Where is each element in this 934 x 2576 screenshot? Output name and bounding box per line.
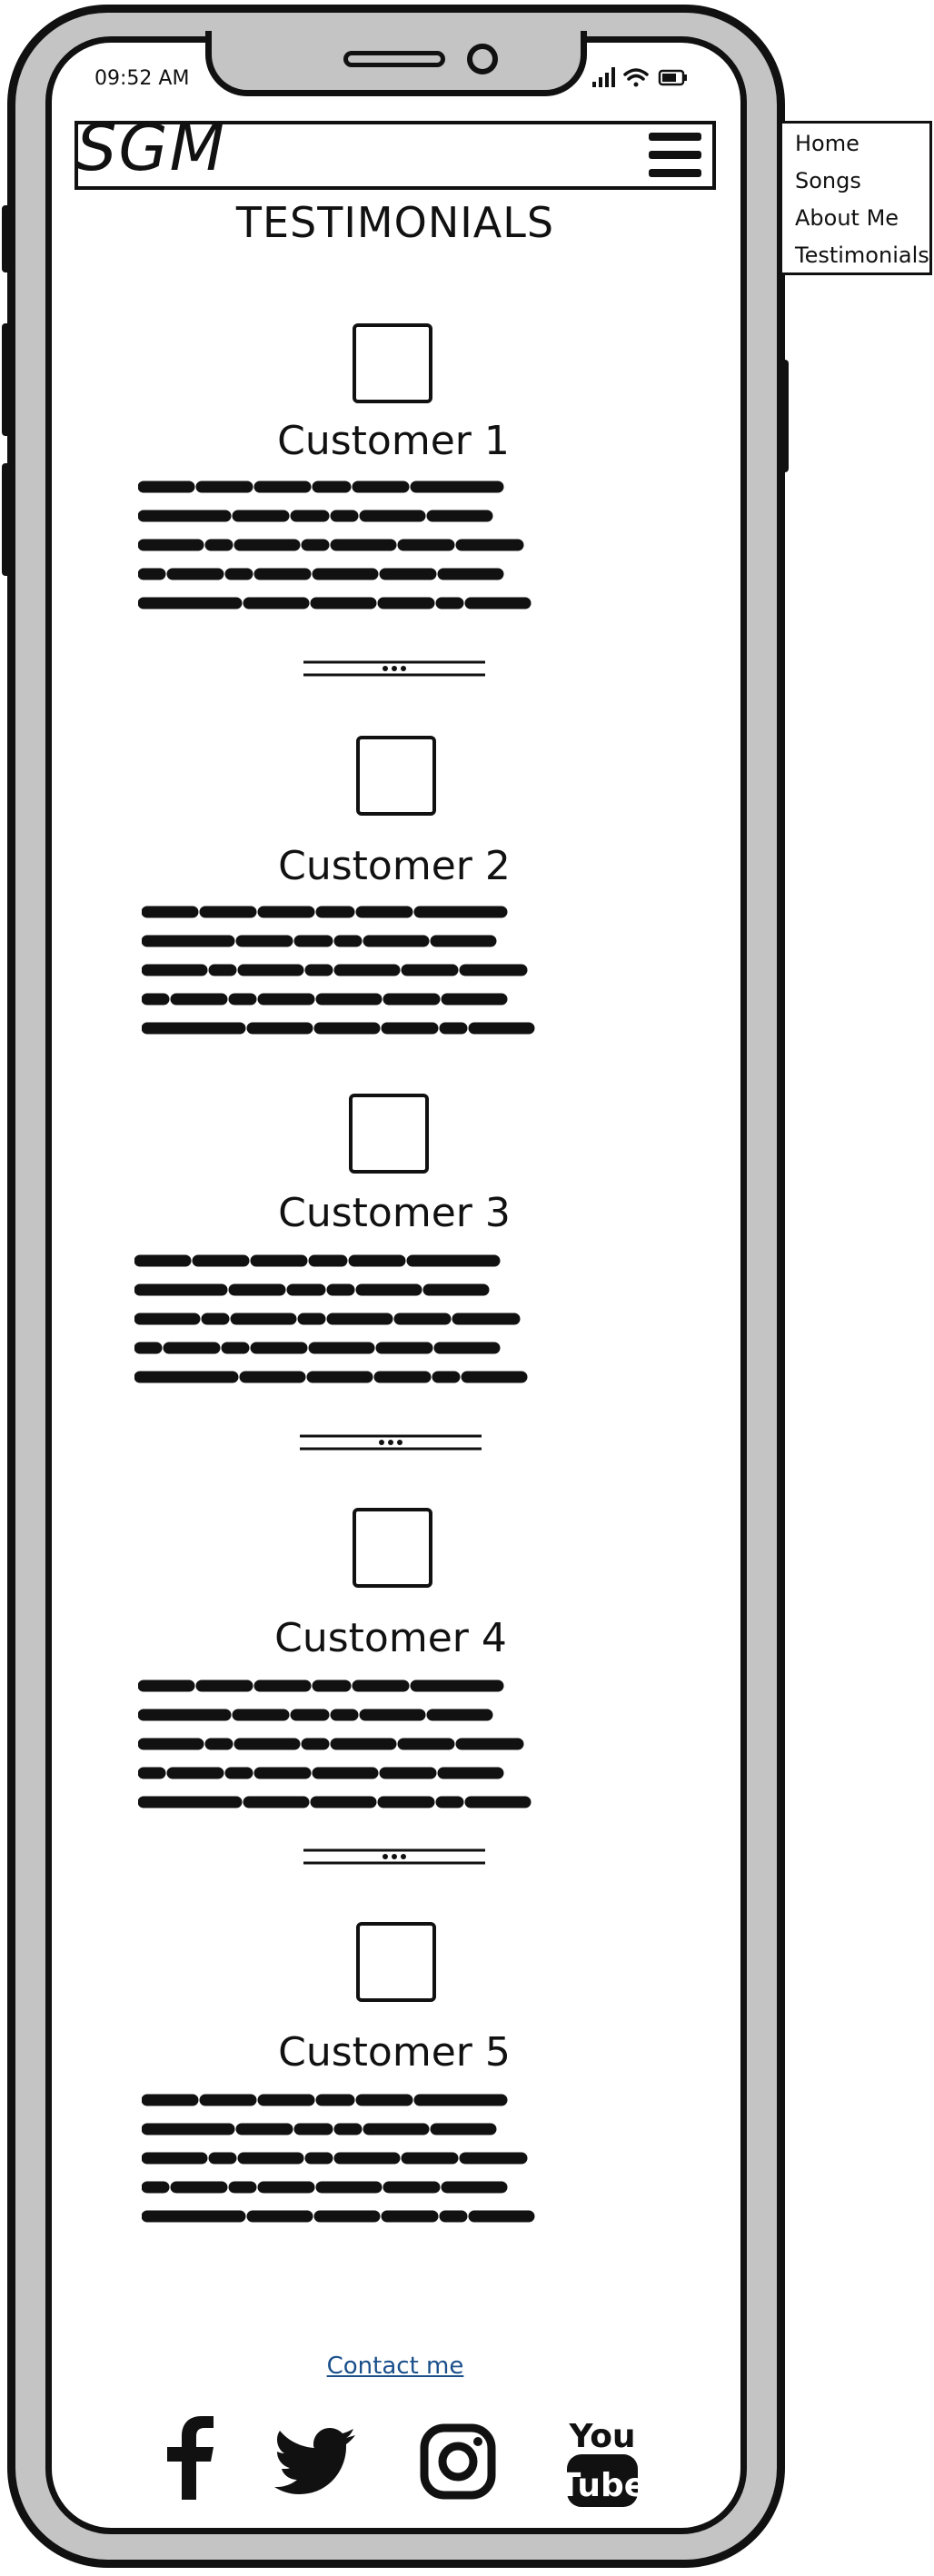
status-time: 09:52 AM xyxy=(94,67,190,90)
testimonial-text xyxy=(142,906,535,1035)
customer-name: Customer 4 xyxy=(274,1615,507,1661)
customer-avatar xyxy=(353,323,432,403)
nav-dropdown: Home Songs About Me Testimonials xyxy=(780,121,932,275)
camera-icon xyxy=(467,44,498,74)
twitter-icon[interactable] xyxy=(274,2427,356,2494)
nav-item-songs[interactable]: Songs xyxy=(795,168,861,193)
wifi-icon xyxy=(623,68,649,87)
testimonial-text xyxy=(134,1254,528,1383)
side-button-right xyxy=(780,360,789,472)
customer-name: Customer 5 xyxy=(278,2029,511,2076)
page-title: TESTIMONIALS xyxy=(235,198,555,247)
status-icons xyxy=(592,67,687,87)
youtube-icon[interactable]: You Tube xyxy=(565,2414,640,2509)
speaker-icon xyxy=(343,51,445,67)
facebook-icon[interactable] xyxy=(164,2416,214,2500)
divider xyxy=(303,660,485,677)
youtube-tube-text: Tube xyxy=(565,2467,640,2504)
side-button-left-3 xyxy=(2,463,11,576)
signal-icon xyxy=(592,67,615,87)
side-button-left-2 xyxy=(2,323,11,436)
logo[interactable]: SGM xyxy=(76,116,226,180)
testimonial-text xyxy=(142,2094,535,2223)
customer-name: Customer 1 xyxy=(277,418,510,464)
customer-avatar xyxy=(356,1922,436,2002)
customer-avatar xyxy=(349,1094,429,1174)
nav-item-about-me[interactable]: About Me xyxy=(795,205,899,231)
instagram-icon[interactable] xyxy=(420,2423,496,2500)
nav-item-testimonials[interactable]: Testimonials xyxy=(795,243,929,268)
divider xyxy=(300,1434,482,1451)
testimonial-text xyxy=(138,1679,532,1808)
customer-avatar xyxy=(353,1508,432,1588)
testimonial-text xyxy=(138,481,532,609)
divider xyxy=(303,1848,485,1865)
hamburger-icon[interactable] xyxy=(649,133,701,178)
battery-icon xyxy=(658,69,687,86)
customer-name: Customer 3 xyxy=(278,1190,511,1236)
contact-link[interactable]: Contact me xyxy=(0,2353,790,2380)
customer-name: Customer 2 xyxy=(278,843,511,889)
youtube-you-text: You xyxy=(568,2418,635,2455)
customer-avatar xyxy=(356,736,436,816)
nav-item-home[interactable]: Home xyxy=(795,131,859,156)
